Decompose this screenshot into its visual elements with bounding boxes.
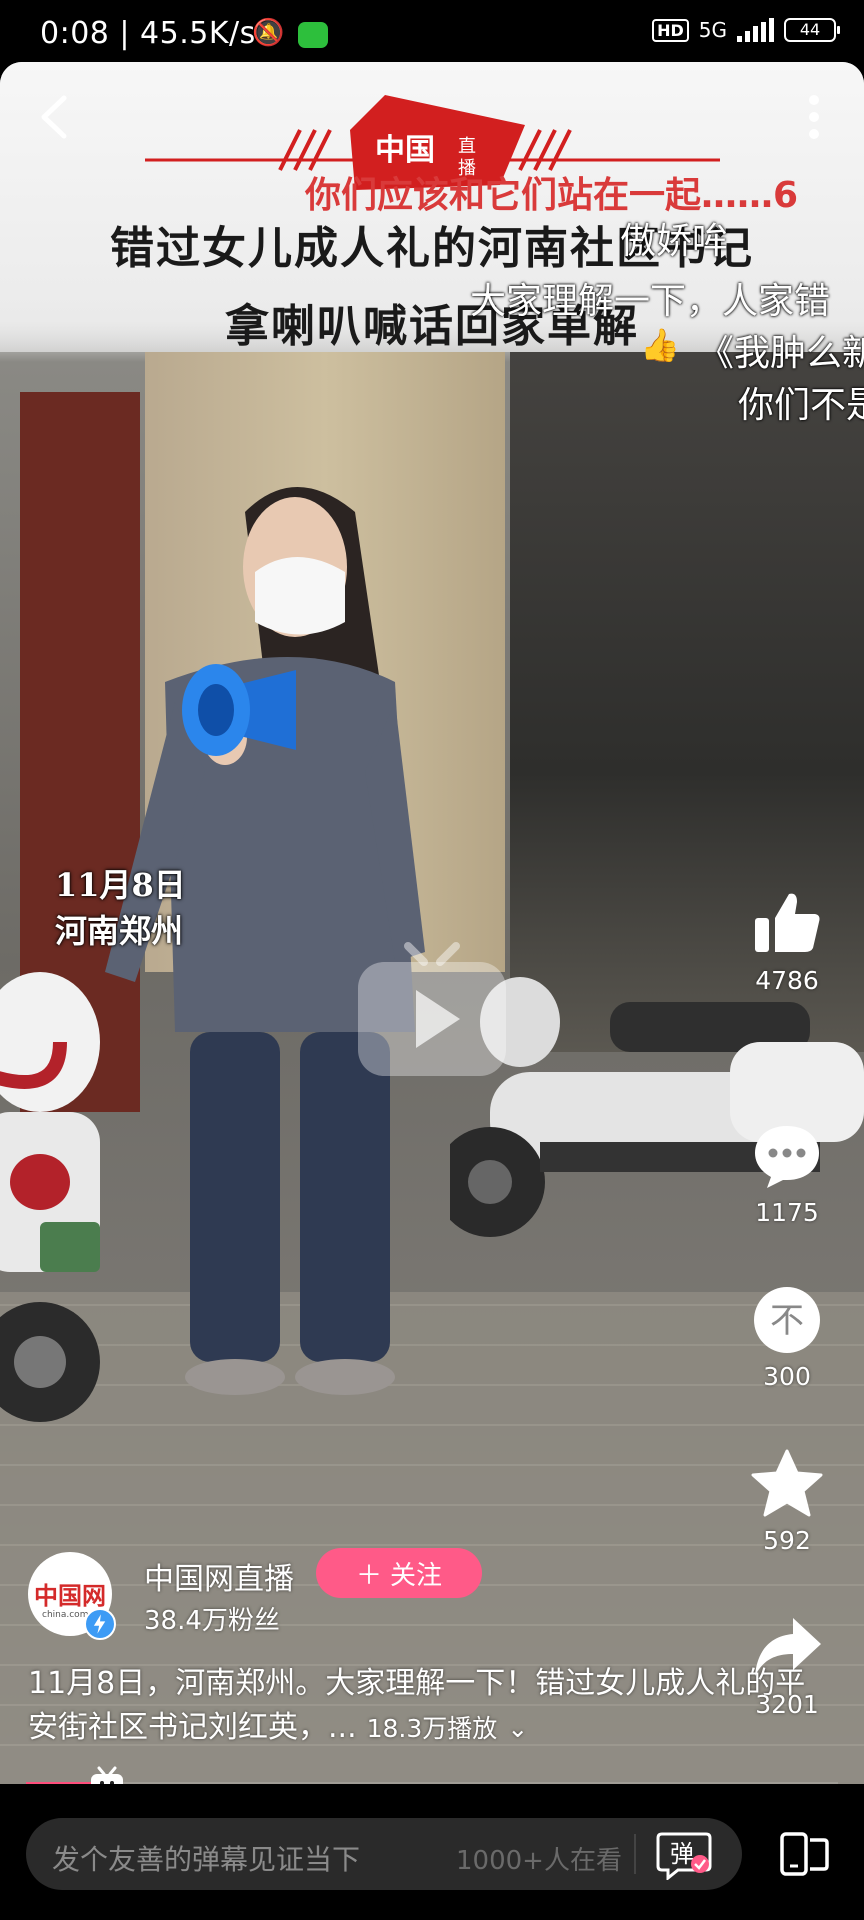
video-date-location: 11月8日 河南郑州	[55, 862, 186, 954]
plus-icon: ＋	[355, 1560, 382, 1591]
follow-label: 关注	[390, 1560, 443, 1591]
headline-line-1: 错过女儿成人礼的河南社区书记	[110, 223, 754, 274]
danmaku-toggle-label: 弹	[670, 1840, 694, 1868]
video-location: 河南郑州	[55, 912, 184, 950]
danmaku-comment: 《我肿么新	[698, 333, 864, 374]
status-bar: 0:08 | 45.5K/s 🔕 HD 5G 44	[0, 0, 864, 62]
signal-icon	[737, 18, 774, 42]
comment-button[interactable]: 1175	[732, 1120, 842, 1227]
coin-icon: 不	[754, 1287, 820, 1353]
network-type: 5G	[698, 18, 727, 42]
status-time-speed: 0:08 | 45.5K/s	[40, 16, 256, 51]
battery-icon: 44	[784, 18, 840, 42]
danmaku-comment: 大家理解一下，人家错	[470, 281, 831, 322]
chevron-down-icon[interactable]: ⌄	[507, 1714, 528, 1743]
logo-text: 中国	[375, 133, 435, 168]
danmaku-comment: 你们不是	[738, 385, 864, 426]
hd-badge: HD	[652, 18, 689, 42]
video-date: 11月8日	[55, 866, 186, 904]
video-description[interactable]: 11月8日，河南郑州。大家理解一下！错过女儿成人礼的平安街社区书记刘红英，...…	[28, 1662, 808, 1751]
favorite-count: 592	[763, 1526, 811, 1555]
comment-count: 1175	[755, 1198, 819, 1227]
play-icon[interactable]	[358, 940, 506, 1076]
more-options-icon[interactable]	[808, 92, 820, 142]
danmaku-input[interactable]: 发个友善的弹幕见证当下 1000+人在看 弹	[26, 1818, 742, 1890]
like-button[interactable]: 4786	[732, 888, 842, 995]
coin-button[interactable]: 不 300	[732, 1284, 842, 1391]
like-count: 4786	[755, 966, 819, 995]
thumbs-up-icon: 👍	[640, 326, 680, 364]
megaphone-in-video	[182, 664, 296, 756]
thumbs-up-icon	[755, 893, 820, 952]
danmaku-comment: 傲娇哞	[620, 221, 729, 262]
follow-button[interactable]: ＋ 关注	[316, 1548, 482, 1598]
back-icon[interactable]	[34, 92, 74, 142]
divider	[634, 1834, 636, 1874]
danmaku-placeholder: 发个友善的弹幕见证当下	[52, 1843, 361, 1876]
view-count: 18.3万播放	[366, 1714, 498, 1743]
star-icon	[751, 1449, 823, 1517]
avatar-subtext: china.com	[42, 1610, 89, 1620]
status-right-group: HD 5G 44	[652, 18, 840, 42]
watching-count: 1000+人在看	[456, 1846, 622, 1876]
rotate-screen-icon[interactable]	[778, 1828, 830, 1880]
avatar-logo: 中国网	[34, 1581, 106, 1610]
comment-icon	[755, 1126, 819, 1188]
wechat-notification-icon	[298, 22, 328, 48]
bottom-bar: 发个友善的弹幕见证当下 1000+人在看 弹	[0, 1784, 864, 1920]
share-count: 3201	[755, 1690, 819, 1719]
svg-text:直: 直	[458, 136, 476, 157]
author-fans-count: 38.4万粉丝	[144, 1606, 280, 1636]
author-name[interactable]: 中国网直播	[144, 1554, 294, 1598]
danmaku-toggle-icon[interactable]: 弹	[656, 1828, 712, 1880]
favorite-button[interactable]: 592	[732, 1448, 842, 1555]
share-button[interactable]: 3201	[732, 1612, 842, 1719]
verified-lightning-icon	[84, 1608, 116, 1640]
share-arrow-icon	[755, 1618, 821, 1676]
danmaku-comment: 你们应该和它们站在一起……6	[305, 175, 799, 216]
mute-icon: 🔕	[252, 18, 285, 48]
coin-count: 300	[763, 1362, 811, 1391]
coin-glyph: 不	[770, 1301, 804, 1341]
